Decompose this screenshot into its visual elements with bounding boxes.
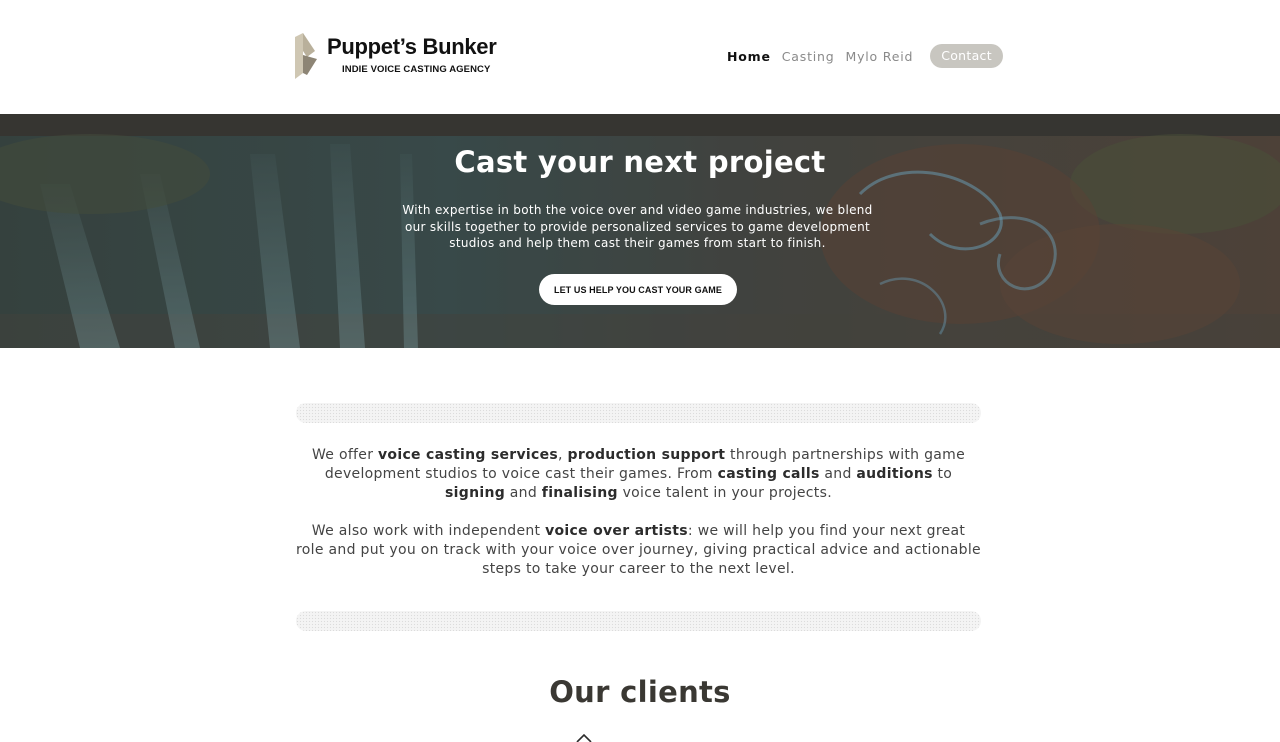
cast-your-game-button[interactable]: LET US HELP YOU CAST YOUR GAME — [539, 274, 737, 305]
paragraph-text: We also work with independent — [311, 523, 546, 539]
nav-item-mylo-reid[interactable]: Mylo Reid — [846, 49, 914, 64]
hero-description: With expertise in both the voice over an… — [402, 203, 873, 250]
hero-banner: Cast your next project With expertise in… — [0, 114, 1280, 348]
logo-icon — [295, 33, 317, 79]
intro-paragraph-services: We offer voice casting services, product… — [296, 446, 981, 503]
brand-tagline: INDIE VOICE CASTING AGENCY — [342, 64, 491, 75]
chevron-up-icon[interactable] — [576, 734, 592, 742]
paragraph-text: , — [558, 447, 568, 463]
dotted-divider-bottom — [296, 611, 981, 631]
nav-item-casting[interactable]: Casting — [782, 49, 835, 64]
paragraph-text: and — [505, 485, 542, 501]
site-logo[interactable]: Puppet’s Bunker INDIE VOICE CASTING AGEN… — [293, 33, 503, 79]
highlight-term: auditions — [856, 466, 933, 482]
highlight-term: casting calls — [717, 466, 820, 482]
intro-paragraph-artists: We also work with independent voice over… — [296, 522, 981, 579]
highlight-term: voice over artists — [545, 523, 688, 539]
paragraph-text: voice talent in your projects. — [617, 485, 832, 501]
highlight-term: production support — [567, 447, 726, 463]
hero-title: Cast your next project — [454, 145, 826, 179]
contact-button[interactable]: Contact — [930, 44, 1003, 68]
paragraph-text: to — [932, 466, 953, 482]
site-header: Puppet’s Bunker INDIE VOICE CASTING AGEN… — [0, 0, 1280, 114]
clients-section-title: Our clients — [549, 675, 731, 709]
highlight-term: finalising — [541, 485, 618, 501]
highlight-term: signing — [445, 485, 506, 501]
dotted-divider-top — [296, 403, 981, 423]
brand-name: Puppet’s Bunker — [327, 34, 497, 59]
paragraph-text: and — [819, 466, 857, 482]
nav-item-home[interactable]: Home — [727, 49, 771, 64]
main-nav: Home Casting Mylo Reid Contact — [727, 44, 1003, 68]
paragraph-text: We offer — [311, 447, 378, 463]
highlight-term: voice casting services — [378, 447, 559, 463]
